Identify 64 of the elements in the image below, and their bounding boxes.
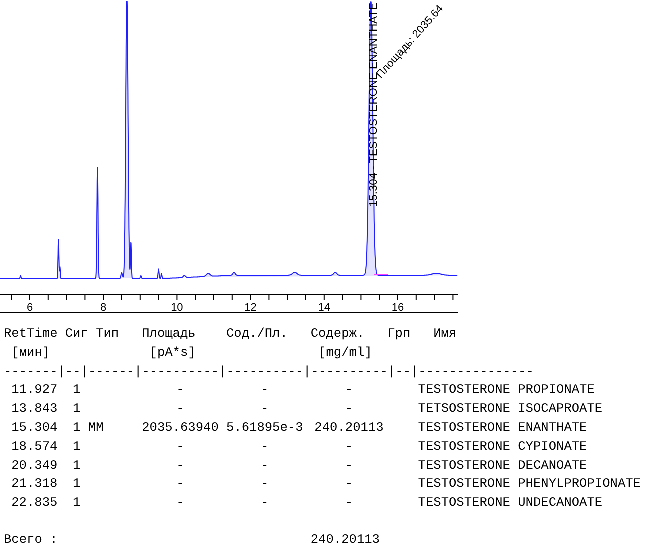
table-cell-text: - bbox=[260, 400, 270, 418]
column-header: RetTime bbox=[4, 325, 58, 343]
table-cell-text: 18.574 bbox=[10, 438, 58, 456]
column-header: Площадь bbox=[142, 325, 196, 343]
table-cell-text: TESTOSTERONE DECANOATE bbox=[418, 456, 588, 475]
table-cell-text: 1 bbox=[72, 456, 81, 475]
table-cell-text: - bbox=[344, 456, 354, 475]
table-cell-text: 1 bbox=[72, 494, 81, 512]
table-cell-text: - bbox=[176, 456, 186, 475]
table-cell-text: - bbox=[176, 494, 186, 512]
unit-label: [mg/ml] bbox=[318, 344, 372, 362]
baseline-marker bbox=[374, 274, 388, 276]
axis-tick-label: 16 bbox=[392, 302, 404, 314]
table-cell-text: 5.61895e-3 bbox=[226, 418, 304, 437]
table-cell-text: - bbox=[344, 381, 354, 400]
table-cell-text: TETSOSTERONE ISOCAPROATE bbox=[418, 400, 604, 418]
column-header: Сод./Пл. bbox=[226, 325, 288, 343]
table-cell-text: 22.835 bbox=[10, 494, 58, 512]
table-cell-text: - bbox=[176, 475, 186, 494]
table-cell-text: 240.20113 bbox=[314, 418, 385, 437]
table-cell-text: 15.304 bbox=[10, 418, 58, 437]
table-cell-text: - bbox=[260, 475, 270, 494]
table-cell-text: - bbox=[260, 494, 270, 512]
column-header: Тип bbox=[96, 325, 120, 343]
column-separator: -------|--|------|----------|----------|----------|--|--------------- bbox=[4, 362, 534, 381]
column-header: Грп bbox=[388, 325, 411, 343]
table-cell-text: MM bbox=[88, 418, 105, 437]
table-cell-text: 2035.63940 bbox=[142, 418, 219, 437]
table-cell-text: 20.349 bbox=[10, 456, 58, 475]
unit-label: [pA*s] bbox=[150, 344, 196, 362]
table-cell-text: - bbox=[344, 475, 354, 494]
table-cell-text: - bbox=[260, 438, 270, 456]
table-cell-text: - bbox=[176, 400, 186, 418]
axis-tick-label: 12 bbox=[244, 302, 257, 314]
table-cell-text: 13.843 bbox=[10, 400, 58, 418]
table-cell-text: - bbox=[260, 456, 270, 475]
column-header: Сиг bbox=[65, 325, 88, 343]
table-cell-text: - bbox=[176, 381, 186, 400]
table-cell-text: 11.927 bbox=[10, 381, 58, 400]
total-label: Всего : bbox=[4, 530, 58, 549]
table-cell-text: TESTOSTERONE UNDECANOATE bbox=[418, 494, 604, 512]
table-cell-text: 1 bbox=[72, 381, 81, 400]
column-header: Имя bbox=[434, 325, 457, 343]
table-cell-text: 21.318 bbox=[10, 475, 58, 494]
table-cell-text: 1 bbox=[72, 418, 81, 437]
table-cell-text: - bbox=[260, 381, 270, 400]
axis-tick-label: 8 bbox=[100, 302, 107, 314]
axis-tick-label: 6 bbox=[26, 302, 34, 314]
table-cell-text: 1 bbox=[72, 438, 81, 456]
axis-tick-label: 10 bbox=[171, 302, 184, 314]
table-cell-text: TESTOSTERONE CYPIONATE bbox=[418, 438, 588, 456]
column-header: Содерж. bbox=[310, 325, 365, 343]
table-cell-text: TESTOSTERONE ENANTHATE bbox=[418, 418, 588, 437]
table-cell-text: TESTOSTERONE PHENYLPROPIONATE bbox=[418, 475, 641, 494]
table-cell-text: TESTOSTERONE PROPIONATE bbox=[418, 381, 596, 400]
table-cell-text: - bbox=[344, 400, 354, 418]
unit-label: [мин] bbox=[12, 344, 50, 362]
table-cell-text: - bbox=[176, 438, 186, 456]
table-cell-text: - bbox=[344, 438, 354, 456]
table-cell-text: 1 bbox=[72, 400, 81, 418]
table-cell-text: - bbox=[344, 494, 354, 512]
total-value: 240.20113 bbox=[310, 530, 380, 549]
axis-tick-label: 14 bbox=[318, 302, 331, 314]
table-cell-text: 1 bbox=[72, 475, 81, 494]
